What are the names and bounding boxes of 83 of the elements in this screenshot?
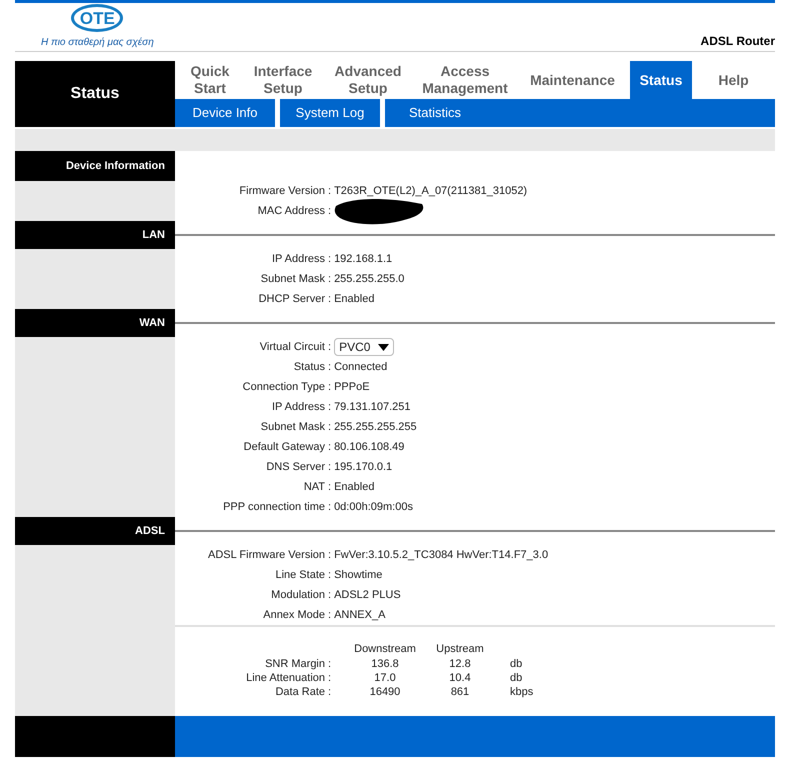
stat-label: Data Rate: [274, 684, 325, 700]
field-label: Default Gateway: [242, 440, 325, 455]
field-value: PPPoE: [334, 380, 370, 395]
section-header: LAN: [15, 221, 175, 249]
colon: :: [327, 400, 332, 415]
field-label: Subnet Mask: [260, 420, 325, 435]
unit-label: db: [509, 656, 522, 672]
section-header: ADSL: [15, 517, 175, 545]
table-cell-text: 136.8: [370, 656, 400, 672]
unit-label: kbps: [509, 684, 534, 700]
page-title: Status: [15, 61, 175, 127]
colon: :: [327, 272, 332, 287]
field-label: Firmware Version: [238, 184, 325, 199]
stat-label: SNR Margin: [264, 656, 325, 672]
colon: :: [327, 588, 332, 603]
field-label: IP Address: [271, 400, 325, 415]
field-value: 79.131.107.251: [334, 400, 411, 415]
product-name: ADSL Router: [700, 33, 775, 50]
table-cell-text: 16490: [368, 684, 402, 700]
field-value: Connected: [334, 360, 388, 375]
field-value: 255.255.255.0: [334, 272, 404, 287]
colon: :: [327, 568, 332, 583]
colon: :: [327, 548, 332, 563]
field-value: FwVer:3.10.5.2_TC3084 HwVer:T14.F7_3.0: [334, 548, 548, 563]
table-cell-text: 17.0: [373, 670, 397, 686]
colon: :: [327, 204, 332, 219]
table-cell-text: 861: [450, 684, 470, 700]
colon: :: [327, 670, 332, 686]
field-label: Modulation: [270, 588, 325, 603]
field-label: IP Address: [271, 252, 325, 267]
colon: :: [327, 500, 332, 515]
colon: :: [327, 480, 332, 495]
column-header: Upstream: [435, 642, 485, 657]
colon: :: [327, 360, 332, 375]
colon: :: [327, 420, 332, 435]
unit-label: db: [509, 670, 522, 686]
section-header: Device Information: [15, 151, 175, 181]
field-label: NAT: [302, 480, 325, 495]
field-value: ADSL2 PLUS: [334, 588, 401, 603]
colon: :: [327, 656, 332, 672]
table-cell-text: 10.4: [448, 670, 472, 686]
colon: :: [327, 440, 332, 455]
field-label: Subnet Mask: [260, 272, 325, 287]
colon: :: [327, 184, 332, 199]
field-value: 0d:00h:09m:00s: [334, 500, 413, 515]
section-header: WAN: [15, 309, 175, 337]
colon: :: [327, 608, 332, 623]
table-cell-text: 12.8: [448, 656, 472, 672]
field-value: 195.170.0.1: [334, 460, 392, 475]
field-label: Virtual Circuit: [258, 340, 325, 355]
field-value: ANNEX_A: [334, 608, 386, 623]
field-value: 255.255.255.255: [334, 420, 417, 435]
column-header: Downstream: [353, 642, 417, 657]
colon: :: [327, 340, 332, 355]
field-label: Line State: [274, 568, 325, 583]
field-label: Status: [292, 360, 325, 375]
virtual-circuit-select[interactable]: PVC0: [334, 338, 394, 356]
stat-label: Line Attenuation: [245, 670, 325, 686]
field-label: ADSL Firmware Version: [207, 548, 325, 563]
field-label: Connection Type: [242, 380, 325, 395]
field-value: Showtime: [334, 568, 382, 583]
field-label: PPP connection time: [222, 500, 325, 515]
field-label: DNS Server: [265, 460, 325, 475]
nav-tab[interactable]: Status: [630, 61, 692, 99]
colon: :: [327, 460, 332, 475]
field-value: 80.106.108.49: [334, 440, 404, 455]
colon: :: [327, 684, 332, 700]
tagline: Η πιο σταθερή μας σχέση: [41, 36, 154, 50]
colon: :: [327, 252, 332, 267]
field-value: Enabled: [334, 480, 374, 495]
subnav-tab[interactable]: Statistics: [385, 99, 485, 127]
colon: :: [327, 292, 332, 307]
field-value: T263R_OTE(L2)_A_07(211381_31052): [334, 184, 528, 199]
field-value: 192.168.1.1: [334, 252, 392, 267]
field-value: Enabled: [334, 292, 374, 307]
subnav-tab[interactable]: System Log: [280, 99, 380, 127]
field-label: MAC Address: [256, 204, 325, 219]
subnav-tab[interactable]: Device Info: [175, 99, 275, 127]
colon: :: [327, 380, 332, 395]
caret-icon: [378, 344, 390, 350]
field-label: DHCP Server: [258, 292, 325, 307]
field-label: Annex Mode: [262, 608, 325, 623]
logo: OTE: [71, 4, 124, 32]
